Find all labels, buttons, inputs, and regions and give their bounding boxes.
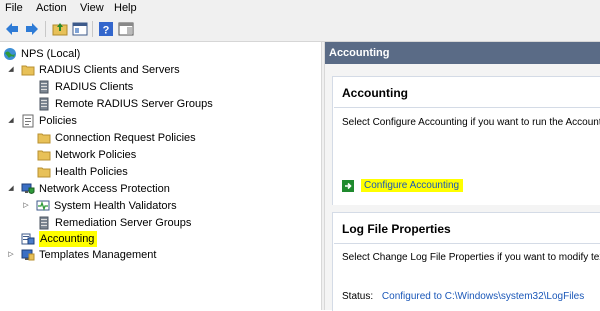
back-arrow-icon[interactable] [4,21,20,37]
log-file-properties-panel: Log File Properties Select Change Log Fi… [332,212,600,311]
toolbar-separator [45,21,46,37]
toolbar: ? [0,18,600,42]
collapse-arrow-icon[interactable]: ◢ [7,181,15,197]
network-protection-icon [21,183,35,194]
menu-bar: File Action View Help [0,0,600,18]
details-pane: Accounting Accounting Select Configure A… [325,42,600,311]
log-panel-title: Log File Properties [342,222,451,236]
details-header: Accounting [325,42,600,64]
globe-server-icon [4,48,16,60]
svg-text:?: ? [103,25,110,37]
expand-arrow-icon[interactable]: ▷ [22,198,30,214]
folder-icon [37,133,51,144]
panel-divider [334,243,600,244]
show-hide-tree-icon[interactable] [72,21,88,37]
folder-icon [37,167,51,178]
toolbar-separator [92,21,93,37]
templates-icon [21,249,35,261]
menu-help[interactable]: Help [114,2,137,14]
accounting-panel: Accounting Select Configure Accounting i… [332,76,600,205]
menu-file[interactable]: File [5,2,23,14]
server-icon [39,216,49,230]
folder-icon [37,150,51,161]
status-row: Status: Configured to C:\Windows\system3… [342,291,584,302]
accounting-description: Select Configure Accounting if you want … [342,117,600,128]
console-pane-icon[interactable] [118,21,134,37]
help-icon[interactable]: ? [98,21,114,37]
forward-arrow-icon[interactable] [24,21,40,37]
health-validator-icon [36,200,50,212]
menu-view[interactable]: View [80,2,104,14]
status-label: Status: [342,291,374,302]
configure-accounting-label: Configure Accounting [361,179,464,192]
policy-document-icon [22,114,34,128]
expand-arrow-icon[interactable]: ▷ [7,247,15,263]
menu-action[interactable]: Action [36,2,67,14]
server-icon [39,97,49,111]
server-icon [39,80,49,94]
green-arrow-icon [342,180,354,192]
up-folder-icon[interactable] [52,21,68,37]
accounting-icon [21,233,35,245]
tree-pane: NPS (Local) ◢ RADIUS Clients and Servers… [0,42,321,310]
panel-divider [334,107,600,108]
folder-icon [21,65,35,76]
collapse-arrow-icon[interactable]: ◢ [7,62,15,78]
collapse-arrow-icon[interactable]: ◢ [7,113,15,129]
status-value-link[interactable]: Configured to C:\Windows\system32\LogFil… [382,291,584,302]
accounting-panel-title: Accounting [342,86,408,100]
log-description: Select Change Log File Properties if you… [342,252,600,263]
